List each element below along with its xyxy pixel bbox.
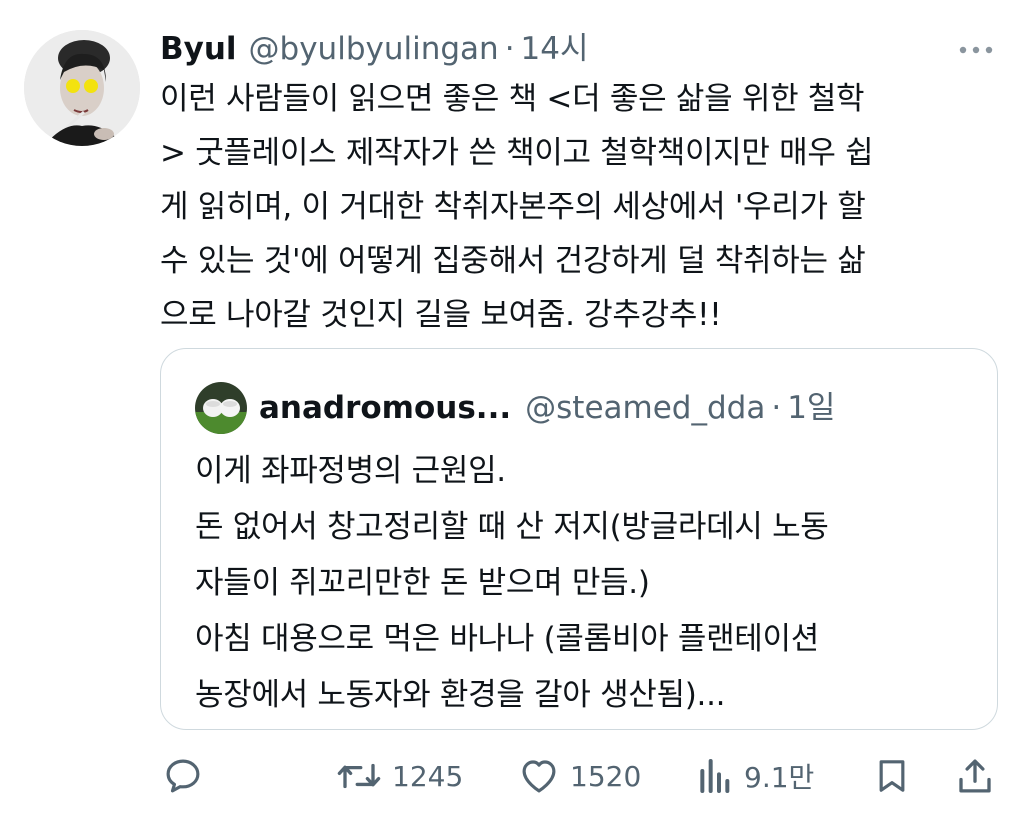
- separator-dot: ·: [504, 31, 515, 67]
- retweet-icon: [337, 763, 381, 789]
- author-handle[interactable]: @byulbyulingan: [249, 28, 499, 70]
- retweet-count: 1245: [392, 759, 464, 793]
- quoted-separator-dot: ·: [771, 390, 782, 426]
- more-horizontal-icon: [959, 46, 993, 54]
- views-count: 9.1만: [744, 761, 815, 794]
- like-button[interactable]: 1520: [518, 748, 641, 804]
- quoted-tweet-header: anadromous... @steamed_dda · 1일: [259, 385, 977, 431]
- reply-button[interactable]: [162, 748, 204, 804]
- share-icon: [959, 759, 991, 793]
- quoted-tweet-card[interactable]: anadromous... @steamed_dda · 1일 이게 좌파정병의…: [160, 348, 998, 730]
- action-bar: 1245 1520 9.1만: [0, 748, 1024, 804]
- quoted-tweet-text: 이게 좌파정병의 근원임. 돈 없어서 창고정리할 때 산 저지(방글라데시 노…: [195, 453, 829, 713]
- bookmark-icon: [879, 760, 905, 792]
- share-button[interactable]: [954, 748, 996, 804]
- reply-icon: [166, 759, 200, 793]
- heart-icon: [522, 760, 556, 793]
- retweet-button[interactable]: 1245: [336, 748, 463, 804]
- quoted-author-handle[interactable]: @steamed_dda: [525, 385, 765, 431]
- tweet-header: Byul @byulbyulingan · 14시: [160, 28, 1000, 70]
- views-button[interactable]: 9.1만: [694, 748, 814, 804]
- author-avatar[interactable]: [24, 30, 140, 146]
- quoted-author-name[interactable]: anadromous...: [259, 385, 511, 431]
- author-name[interactable]: Byul: [160, 28, 237, 70]
- quoted-timestamp[interactable]: 1일: [787, 385, 835, 431]
- views-icon: [700, 759, 730, 793]
- like-count: 1520: [570, 759, 642, 793]
- tweet-text: 이런 사람들이 읽으면 좋은 책 <더 좋은 삶을 위한 철학 > 굿플레이스 …: [160, 81, 874, 333]
- more-options-button[interactable]: [952, 36, 1000, 64]
- tweet-timestamp[interactable]: 14시: [521, 28, 589, 70]
- quoted-author-avatar[interactable]: [195, 382, 247, 434]
- bookmark-button[interactable]: [872, 748, 912, 804]
